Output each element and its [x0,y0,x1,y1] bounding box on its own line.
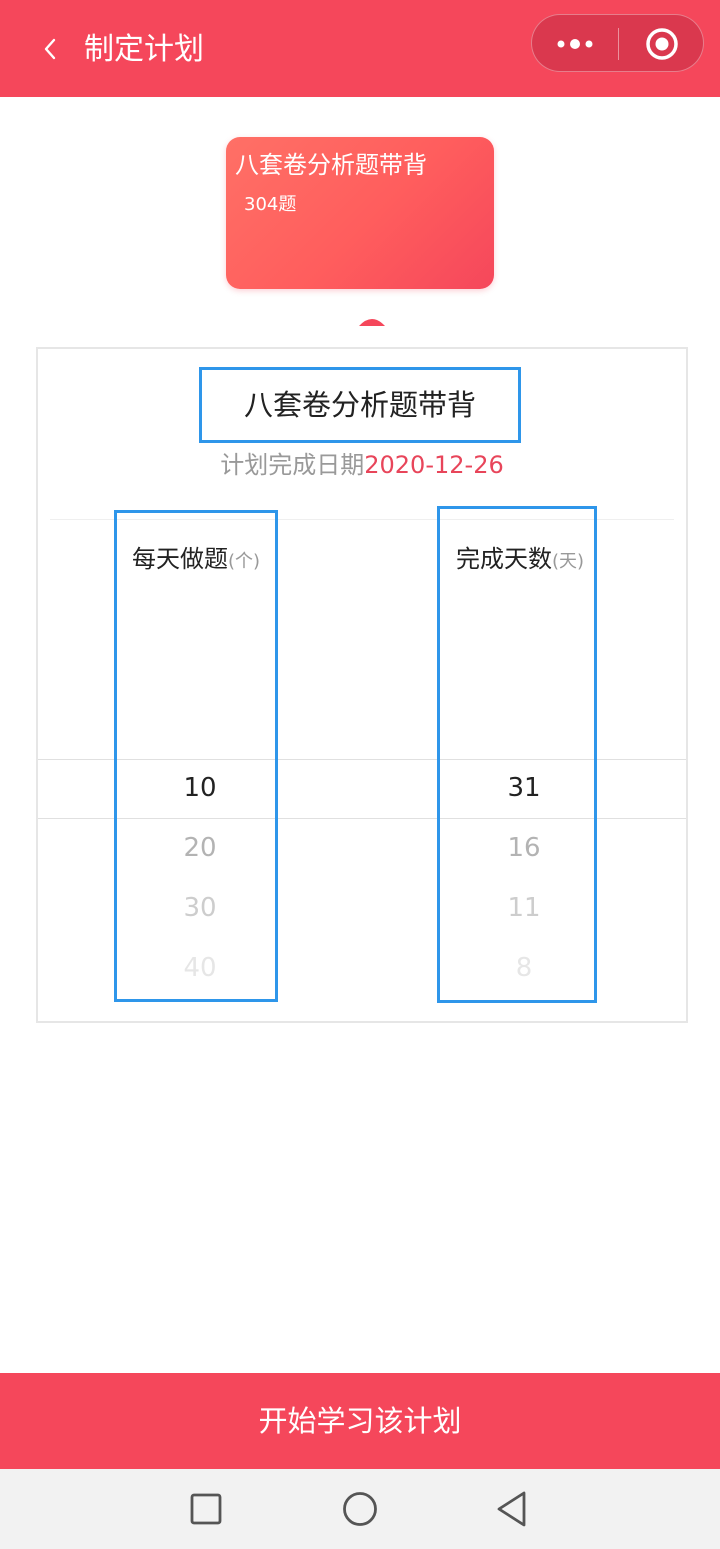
finish-date-value: 2020-12-26 [364,451,504,479]
finish-date-label: 计划完成日期 [220,451,365,479]
top-nav-bar: 制定计划 [0,0,720,97]
triangle-back-icon[interactable] [494,1489,534,1529]
capsule-menu [531,14,704,72]
book-card[interactable]: 八套卷分析题带背 304题 [226,137,494,289]
daily-count-highlight [114,510,278,1002]
chevron-left-icon[interactable] [30,26,70,72]
book-card-title: 八套卷分析题带背 [235,151,427,179]
more-dots-icon[interactable] [532,15,618,73]
system-nav-bar [0,1469,720,1549]
square-icon[interactable] [186,1489,226,1529]
plan-panel: 八套卷分析题带背 计划完成日期2020-12-26 每天做题(个) 完成天数(天… [36,347,688,1023]
book-card-count: 304题 [244,194,297,215]
caret-up-icon [359,319,385,326]
plan-title-highlight: 八套卷分析题带背 [199,367,521,443]
days-count-highlight [437,506,597,1003]
circle-icon[interactable] [340,1489,380,1529]
page-title: 制定计划 [84,32,204,67]
start-plan-button[interactable]: 开始学习该计划 [0,1373,720,1469]
plan-title: 八套卷分析题带背 [243,388,476,422]
finish-date-line: 计划完成日期2020-12-26 [38,449,686,481]
target-circle-icon[interactable] [619,15,705,73]
